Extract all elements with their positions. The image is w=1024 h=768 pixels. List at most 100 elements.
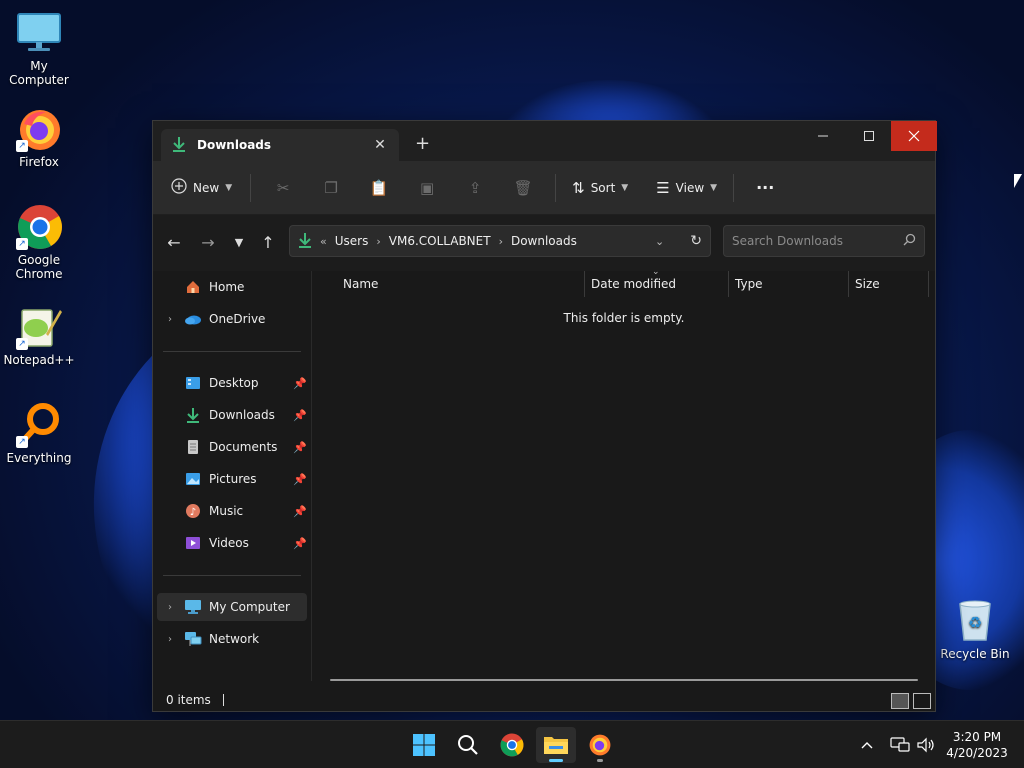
chevron-right-icon[interactable]: › [157,602,183,613]
sidebar-item-videos[interactable]: Videos 📌 [157,529,307,557]
details-view-icon[interactable] [891,693,909,709]
share-icon[interactable]: ⇪ [451,172,499,204]
search-input[interactable] [732,234,882,248]
pin-icon[interactable]: 📌 [293,377,307,390]
minimize-icon[interactable] [800,121,846,151]
sidebar-item-music[interactable]: ♪ Music 📌 [157,497,307,525]
sidebar-item-pictures[interactable]: Pictures 📌 [157,465,307,493]
sidebar-item-documents[interactable]: Documents 📌 [157,433,307,461]
address-bar[interactable]: « Users › VM6.COLLABNET › Downloads ⌄ ↻ [289,225,711,257]
column-divider[interactable] [584,271,585,297]
monitor-icon [16,10,62,56]
sidebar-item-onedrive[interactable]: › OneDrive [157,305,307,333]
sidebar-item-desktop[interactable]: Desktop 📌 [157,369,307,397]
shortcut-arrow-icon: ↗ [16,238,28,250]
breadcrumb-downloads[interactable]: Downloads [511,234,577,248]
videos-icon [183,535,203,551]
breadcrumb-separator-icon: › [376,234,381,248]
pin-icon[interactable]: 📌 [293,441,307,454]
column-header-type[interactable]: Type [735,271,763,297]
sort-button[interactable]: ⇅ Sort ▼ [572,172,628,204]
column-divider[interactable] [848,271,849,297]
start-button[interactable] [404,727,444,763]
sidebar-item-label: Desktop [209,376,259,390]
monitor-icon [183,599,203,615]
network-tray-icon[interactable] [890,721,910,768]
sort-label: Sort [590,180,616,195]
taskbar-search-button[interactable] [448,727,488,763]
desktop-icon-everything[interactable]: ↗ Everything [0,402,78,465]
toolbar-divider [555,173,557,202]
volume-icon[interactable] [916,721,936,768]
recent-locations-chevron-icon[interactable]: ▼ [228,233,250,253]
sidebar-item-my-computer[interactable]: › My Computer [157,593,307,621]
view-button[interactable]: ☰ View ▼ [656,172,717,204]
file-list-area[interactable]: Name ⌄ Date modified Type Size This fold… [311,267,935,681]
chrome-icon [500,733,524,757]
desktop-icon-recycle-bin[interactable]: ♻ Recycle Bin [936,598,1014,661]
network-icon [183,631,203,647]
pin-icon[interactable]: 📌 [293,537,307,550]
sidebar-item-downloads[interactable]: Downloads 📌 [157,401,307,429]
desktop-icon-firefox[interactable]: ↗ Firefox [0,106,78,169]
column-header-name[interactable]: Name [343,271,378,297]
sidebar-item-label: Network [209,632,260,646]
pin-icon[interactable]: 📌 [293,409,307,422]
cut-icon[interactable]: ✂ [259,172,307,204]
column-divider[interactable] [728,271,729,297]
breadcrumb-users[interactable]: Users [335,234,369,248]
taskbar-chrome-button[interactable] [492,727,532,763]
clock[interactable]: 3:20 PM 4/20/2023 [944,729,1010,761]
close-window-icon[interactable] [891,121,937,151]
sidebar-item-label: OneDrive [209,312,266,326]
command-bar: New ▼ ✂ ❐ 📋 ▣ ⇪ 🗑 ⇅ Sort ▼ ☰ View ▼ ··· [153,161,935,215]
desktop-icon-notepadpp[interactable]: ↗ Notepad++ [0,304,78,367]
new-button[interactable]: New ▼ [171,172,232,204]
navigation-pane: Home › OneDrive Desktop 📌 Downloads 📌 Do… [153,271,311,681]
breadcrumb-vm6-collabnet[interactable]: VM6.COLLABNET [389,234,491,248]
rename-icon[interactable]: ▣ [403,172,451,204]
desktop-icon-label: Firefox [19,155,59,169]
pin-icon[interactable]: 📌 [293,473,307,486]
sidebar-item-label: Pictures [209,472,257,486]
pin-icon[interactable]: 📌 [293,505,307,518]
forward-arrow-icon[interactable]: → [197,233,219,253]
desktop-icon-label: My Computer [9,59,69,87]
sidebar-item-home[interactable]: Home [157,273,307,301]
more-options-button[interactable]: ··· [756,172,774,204]
copy-icon[interactable]: ❐ [307,172,355,204]
sidebar-item-network[interactable]: › Network [157,625,307,653]
new-tab-icon[interactable]: + [415,133,430,154]
delete-icon[interactable]: 🗑 [499,172,547,204]
desktop-icon-my-computer[interactable]: My Computer [0,10,78,87]
maximize-icon[interactable] [846,121,892,151]
taskbar: 3:20 PM 4/20/2023 [0,720,1024,768]
taskbar-firefox-button[interactable] [580,727,620,763]
paste-icon[interactable]: 📋 [355,172,403,204]
sidebar-item-label: Downloads [209,408,275,422]
show-hidden-icons-chevron-icon[interactable] [860,721,874,768]
chevron-right-icon[interactable]: › [157,314,183,325]
address-dropdown-chevron-icon[interactable]: ⌄ [655,235,664,248]
up-arrow-icon[interactable]: ↑ [257,233,279,253]
view-lines-icon: ☰ [656,178,670,197]
column-divider[interactable] [928,271,929,297]
taskbar-file-explorer-button[interactable] [536,727,576,763]
large-icons-view-icon[interactable] [913,693,931,709]
column-header-date-modified[interactable]: Date modified [591,271,676,297]
breadcrumb-overflow[interactable]: « [320,235,327,248]
chevron-right-icon[interactable]: › [157,634,183,645]
magnifier-icon: ↗ [16,402,62,448]
column-header-size[interactable]: Size [855,271,880,297]
toolbar-divider [733,173,735,202]
search-box[interactable] [723,225,925,257]
desktop-icon-chrome[interactable]: ↗ Google Chrome [0,204,78,281]
horizontal-scrollbar[interactable] [330,679,918,681]
status-bar: 0 items [153,687,935,713]
back-arrow-icon[interactable]: ← [163,233,185,253]
tab-close-icon[interactable]: ✕ [371,137,389,153]
clock-time: 3:20 PM [952,730,1002,744]
svg-text:♻: ♻ [968,613,982,632]
refresh-icon[interactable]: ↻ [690,233,702,249]
tab-downloads[interactable]: Downloads ✕ [161,129,399,161]
